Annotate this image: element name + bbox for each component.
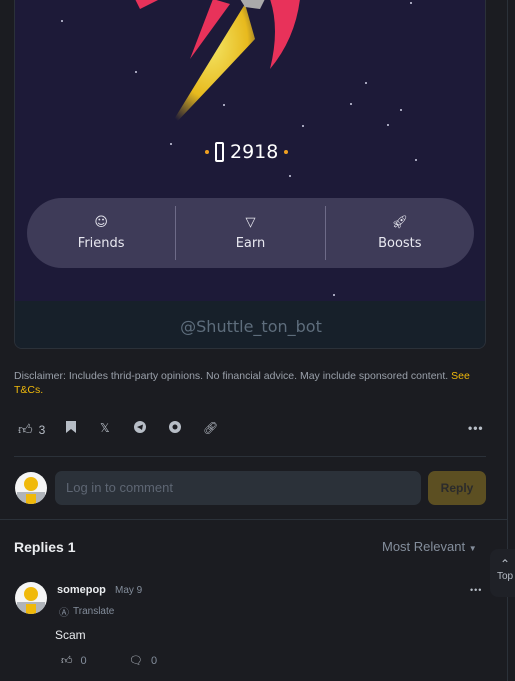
telegram-icon: [134, 421, 146, 433]
more-icon: •••: [468, 421, 484, 435]
nav-earn: ▽ Earn: [235, 215, 266, 251]
nav-boosts: 🚀︎ Boosts: [378, 215, 422, 251]
divider: [0, 519, 507, 520]
arrow-up-icon: ⌃: [499, 557, 511, 571]
disclaimer: Disclaimer: Includes thrid-party opinion…: [14, 370, 470, 396]
more-icon: •••: [470, 585, 483, 595]
more-options-button[interactable]: •••: [468, 421, 484, 435]
rocket-icon: 🚀︎: [391, 215, 409, 230]
share-telegram-button[interactable]: [134, 421, 146, 433]
astronaut-icon: ☺: [94, 215, 108, 230]
reply-text: Scam: [55, 628, 86, 642]
share-whatsapp-button[interactable]: [169, 421, 181, 433]
like-button[interactable]: 👍︎ 3: [18, 421, 45, 438]
comment-icon: 🗨︎: [129, 655, 143, 667]
caret-down-icon: ▼: [468, 544, 477, 553]
whatsapp-icon: [169, 421, 181, 433]
comment-input[interactable]: Log in to comment: [55, 471, 421, 505]
reply-like-button[interactable]: 👍︎ 0: [61, 654, 87, 668]
game-nav-bar: ☺ Friends ▽ Earn 🚀︎ Boosts: [27, 198, 474, 268]
reply-date: May 9: [115, 585, 143, 596]
link-icon: 🔗︎: [203, 421, 219, 435]
divider: [14, 456, 486, 457]
thumbs-up-icon: 👍︎: [61, 655, 73, 667]
sort-dropdown[interactable]: Most Relevant ▼: [382, 539, 477, 554]
reply-comment-button[interactable]: 🗨︎ 0: [129, 654, 157, 668]
reply-button[interactable]: Reply: [428, 471, 486, 505]
share-x-button[interactable]: 𝕏: [100, 421, 110, 435]
nav-friends: ☺ Friends: [77, 215, 125, 251]
post-actions: 👍︎ 3 𝕏 🔗︎ •••: [18, 421, 486, 439]
reply-avatar[interactable]: [15, 582, 47, 614]
copy-link-button[interactable]: 🔗︎: [203, 421, 218, 435]
post-image: 2918 ☺ Friends ▽ Earn 🚀︎ Boosts @Shuttle_to…: [14, 0, 486, 349]
battery-icon: [215, 142, 224, 162]
bookmark-button[interactable]: [66, 421, 76, 433]
reply-more-button[interactable]: •••: [470, 585, 482, 595]
translate-button[interactable]: Ⓐ Translate: [59, 604, 114, 619]
bookmark-icon: [66, 421, 76, 433]
thumbs-up-icon: 👍︎: [18, 421, 33, 437]
energy-score: 2918: [205, 139, 305, 165]
ton-icon: ▽: [245, 215, 256, 230]
back-to-top-button[interactable]: ⌃ Top: [490, 549, 515, 597]
game-screenshot: 2918 ☺ Friends ▽ Earn 🚀︎ Boosts: [15, 0, 485, 301]
avatar: [15, 472, 47, 504]
x-icon: 𝕏: [100, 421, 110, 435]
bot-caption: @Shuttle_ton_bot: [15, 301, 485, 348]
replies-title: Replies 1: [14, 539, 76, 555]
translate-icon: Ⓐ: [59, 608, 69, 619]
reply-username[interactable]: somepop: [57, 584, 106, 596]
